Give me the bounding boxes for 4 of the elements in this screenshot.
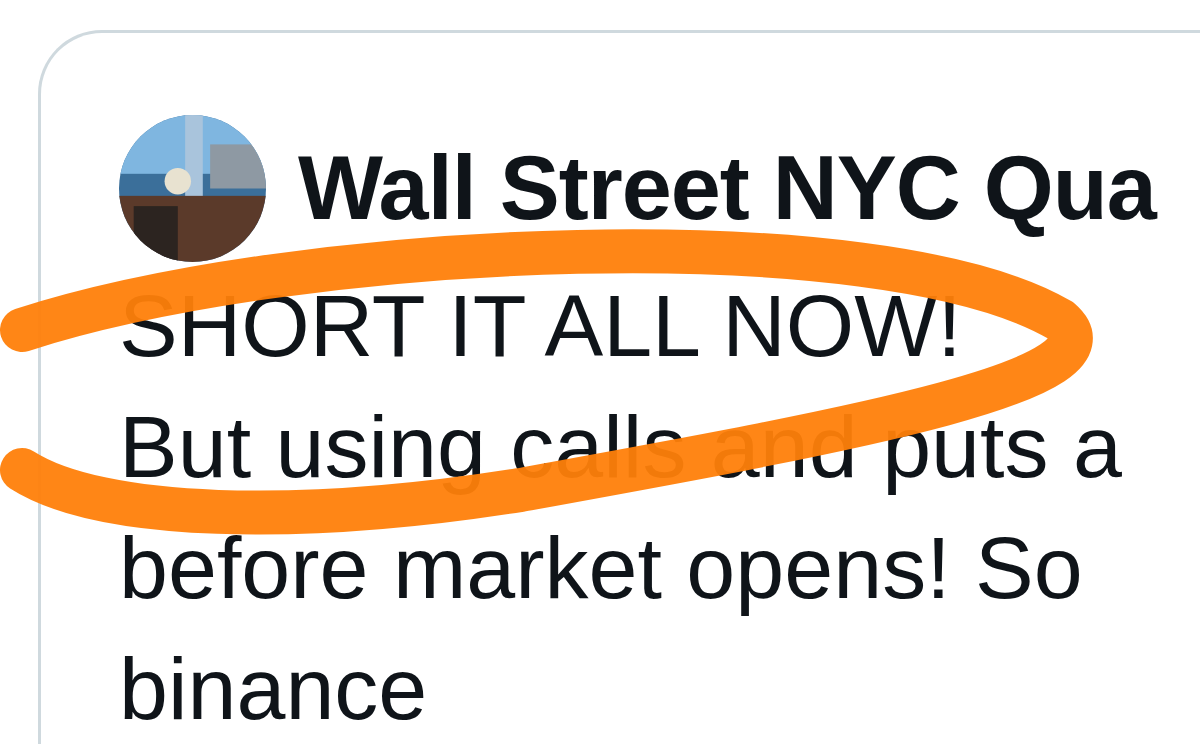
author-name[interactable]: Wall Street NYC Qua	[298, 136, 1156, 240]
post-text: before market opens! So	[119, 517, 1083, 619]
post-text: SHORT IT ALL NOW!	[119, 275, 962, 377]
post-text: binance	[119, 638, 428, 740]
